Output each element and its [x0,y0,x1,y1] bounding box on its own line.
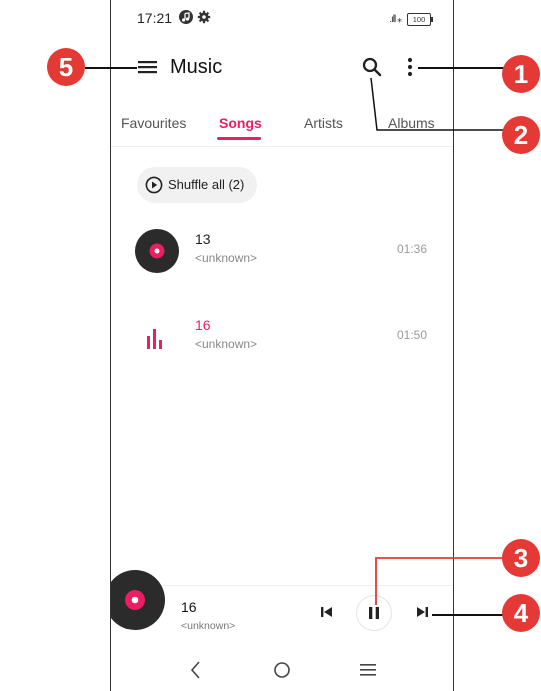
tab-artists[interactable]: Artists [304,115,343,131]
home-icon[interactable] [273,661,291,679]
song-artist: <unknown> [195,337,258,351]
active-tab-indicator [217,137,261,140]
battery-icon: 100 [407,13,433,26]
song-row[interactable]: 13 <unknown> 01:36 [111,221,453,281]
callout-4-line [432,614,505,616]
status-time: 17:21 [137,10,173,26]
callout-1-line [418,67,506,69]
signal-indicator: .ıll ⁎ [389,14,402,25]
song-artist: <unknown> [195,251,258,265]
callout-2-line [370,77,505,131]
tab-songs[interactable]: Songs [219,115,262,131]
menu-icon[interactable] [137,57,159,77]
shuffle-all-button[interactable]: Shuffle all (2) [137,167,257,203]
song-duration: 01:36 [396,242,427,256]
play-circle-icon [145,176,163,194]
back-icon[interactable] [187,659,205,681]
now-playing-disc-icon [111,570,165,630]
shuffle-all-label: Shuffle all (2) [168,177,245,192]
song-title: 13 [195,231,211,247]
app-title: Music [170,56,223,78]
callout-3-badge: 3 [502,539,540,577]
settings-gear-status-icon [197,10,211,24]
recent-apps-icon[interactable] [359,662,377,678]
system-nav-bar [111,650,453,691]
vinyl-disc-icon [135,229,179,273]
song-row-playing[interactable]: 16 <unknown> 01:50 [111,307,453,367]
status-bar: 17:21 .ıll ⁎ 100 [111,0,453,40]
now-playing-artist: <unknown> [181,620,236,632]
tab-favourites[interactable]: Favourites [121,115,186,131]
callout-5-line [85,67,137,69]
previous-track-icon[interactable] [319,604,335,620]
callout-5-badge: 5 [47,48,85,86]
callout-2-badge: 2 [502,116,540,154]
song-duration: 01:50 [396,328,427,342]
music-note-status-icon [179,10,193,24]
now-playing-title: 16 [181,599,197,615]
equalizer-icon [147,329,162,349]
song-title: 16 [195,317,211,333]
callout-3-line [375,557,505,605]
callout-4-badge: 4 [502,594,540,632]
